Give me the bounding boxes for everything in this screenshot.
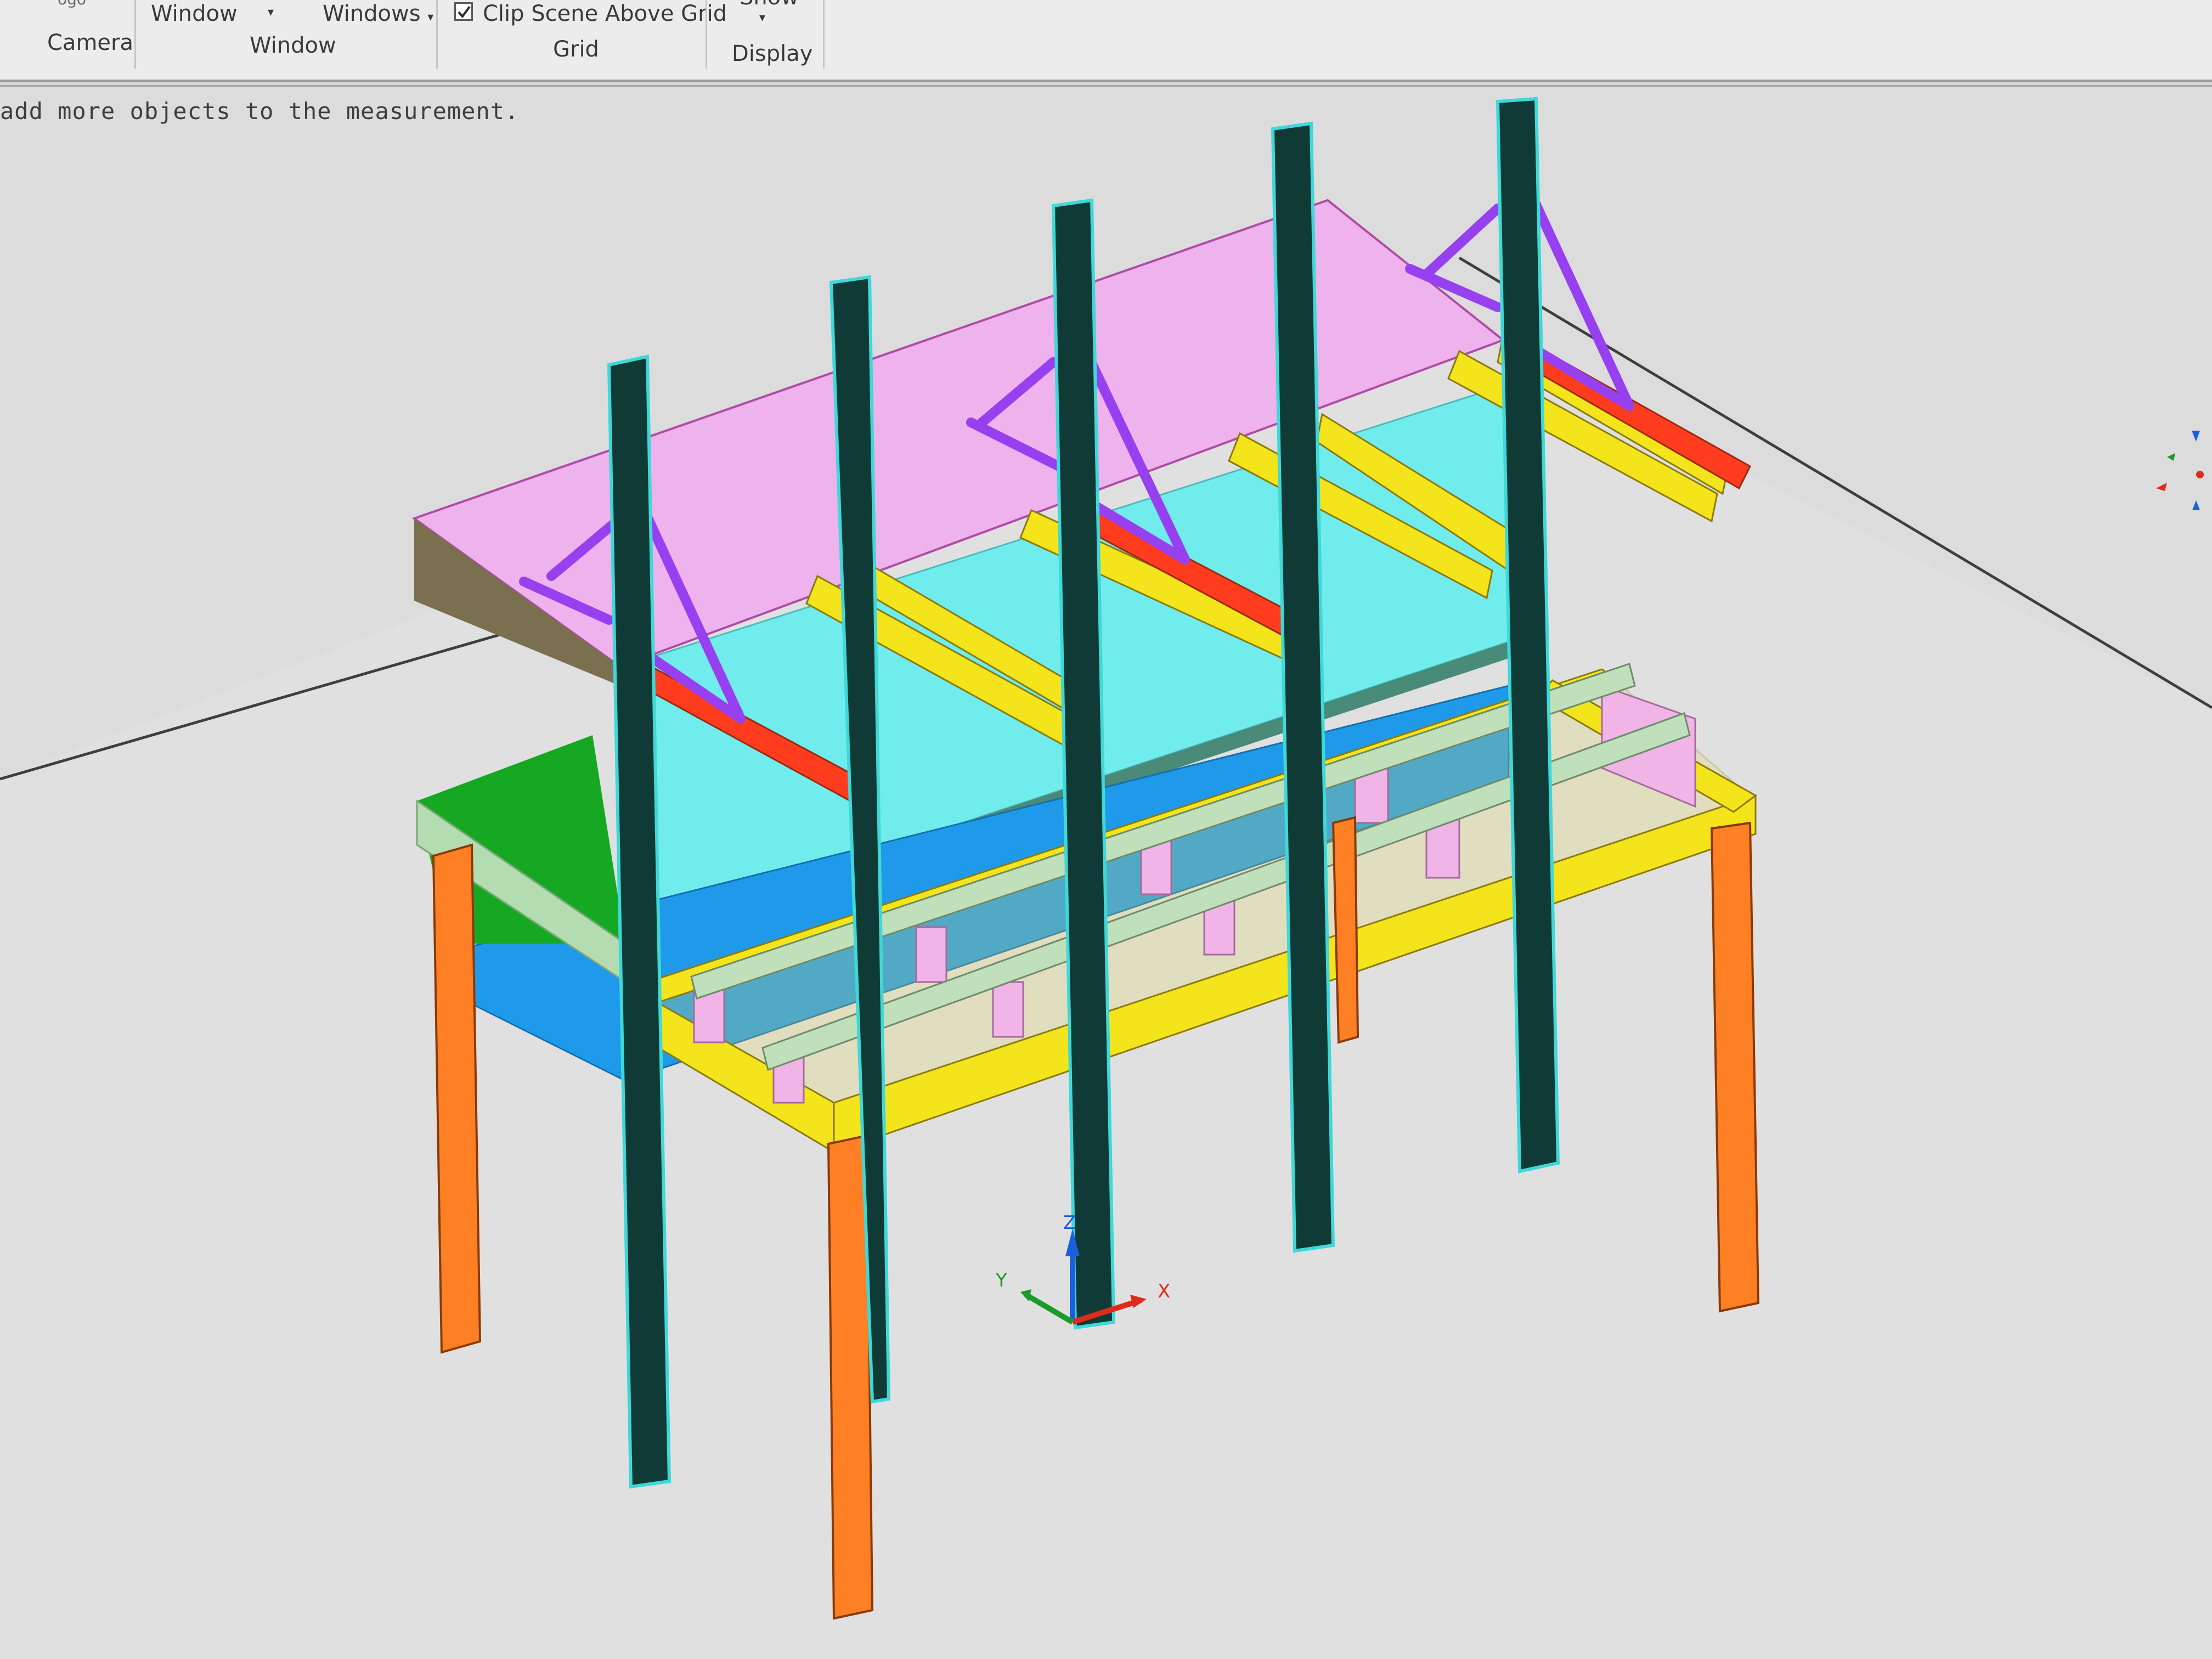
view-gizmo-icon[interactable] <box>2156 431 2204 510</box>
3d-model-scene[interactable]: Z X Y <box>0 0 2212 1659</box>
axis-z-label: Z <box>1063 1212 1076 1234</box>
axis-y-label: Y <box>995 1269 1007 1291</box>
axis-x-label: X <box>1158 1280 1170 1302</box>
